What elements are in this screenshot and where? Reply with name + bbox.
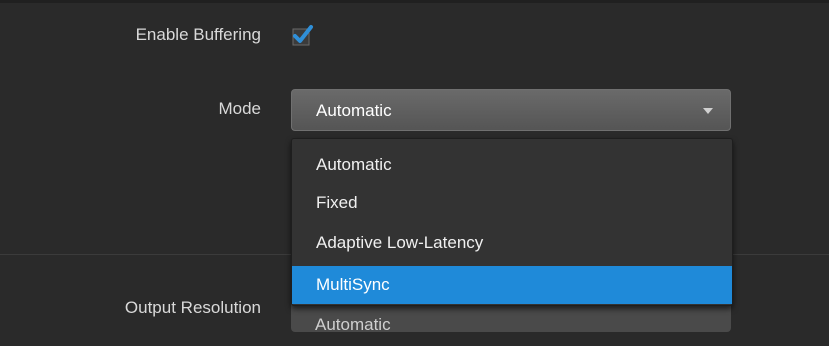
- mode-select-value: Automatic: [316, 101, 392, 120]
- mode-dropdown-menu: Automatic Fixed Adaptive Low-Latency Mul…: [291, 138, 733, 306]
- right-edge: [829, 0, 836, 346]
- enable-buffering-checkbox[interactable]: [290, 23, 314, 47]
- option-fixed[interactable]: Fixed: [292, 184, 732, 222]
- option-adaptive-low-latency[interactable]: Adaptive Low-Latency: [292, 224, 732, 262]
- check-icon: [292, 25, 313, 46]
- output-resolution-label: Output Resolution: [124, 298, 261, 317]
- caret-down-icon: [703, 108, 713, 114]
- panel-top-border: [0, 0, 829, 3]
- mode-select[interactable]: Automatic: [291, 89, 731, 131]
- enable-buffering-label: Enable Buffering: [135, 25, 261, 44]
- mode-label: Mode: [218, 99, 261, 118]
- option-multisync[interactable]: MultiSync: [292, 266, 732, 304]
- settings-panel: Enable Buffering Mode Automatic Output R…: [0, 0, 829, 346]
- output-resolution-value: Automatic: [315, 315, 391, 334]
- option-automatic[interactable]: Automatic: [292, 146, 732, 184]
